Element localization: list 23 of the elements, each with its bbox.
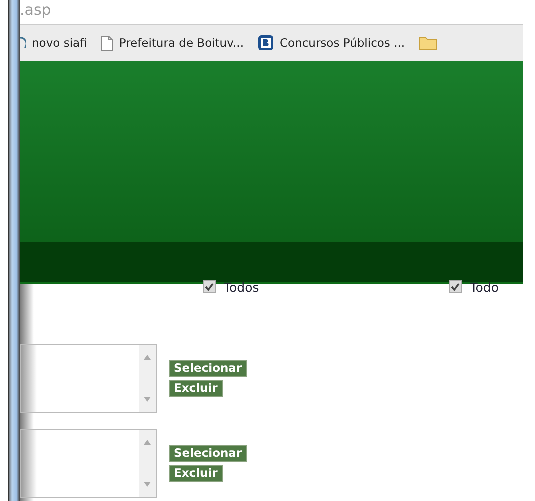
check-icon [205, 282, 214, 290]
bookmark-link[interactable]: novo siafi [20, 36, 88, 50]
scrollbar[interactable] [139, 430, 156, 497]
scrollbar[interactable] [139, 345, 156, 412]
folder-icon[interactable] [419, 36, 438, 50]
up-arrow-icon[interactable] [144, 355, 151, 360]
list-box[interactable] [20, 429, 157, 498]
check-icon [451, 282, 460, 290]
filter-checkbox[interactable]: Todo [449, 280, 500, 296]
delete-button[interactable]: Excluir [169, 380, 223, 397]
address-text: .asp [20, 1, 52, 19]
b-letter-icon [258, 35, 274, 51]
bookmark-link[interactable]: Concursos Públicos ... [258, 35, 406, 51]
page-icon [101, 36, 114, 50]
list-box[interactable] [20, 344, 157, 413]
filter-checkbox[interactable]: Todos [203, 280, 260, 296]
bookmark-link[interactable]: Prefeitura de Boituv... [101, 36, 244, 50]
down-arrow-icon[interactable] [144, 397, 151, 402]
up-arrow-icon[interactable] [144, 440, 151, 445]
select-button[interactable]: Selecionar [169, 360, 248, 377]
delete-button[interactable]: Excluir [169, 465, 223, 482]
down-arrow-icon[interactable] [144, 482, 151, 487]
select-button[interactable]: Selecionar [169, 445, 248, 462]
